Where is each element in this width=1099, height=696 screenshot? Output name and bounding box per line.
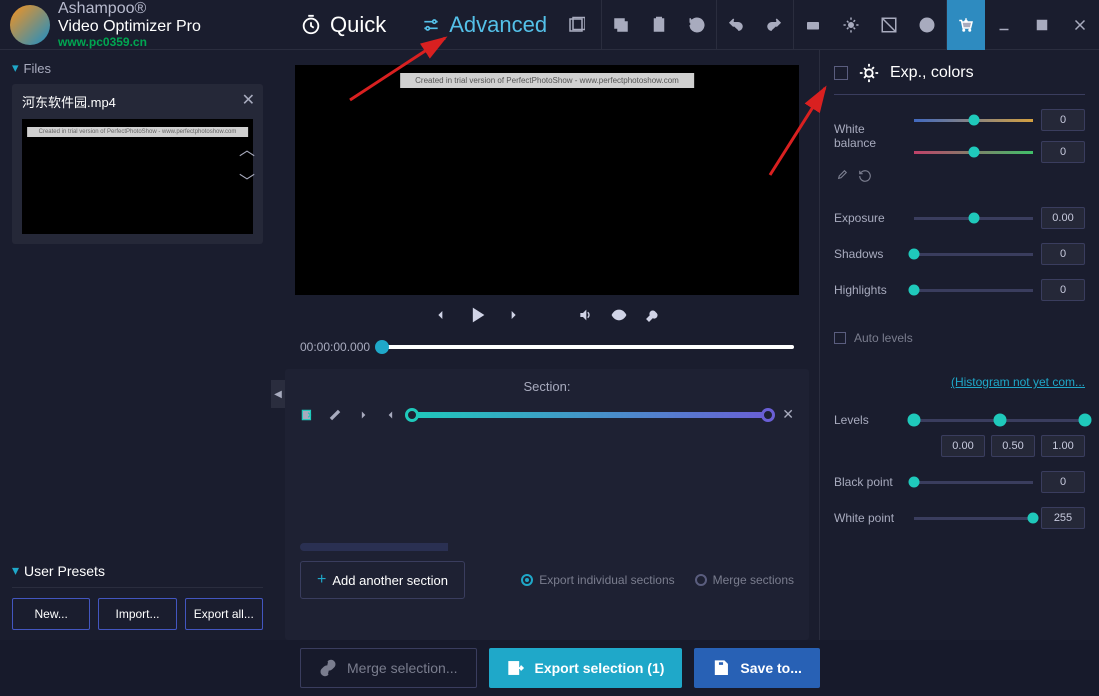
app-url: www.pc0359.cn — [58, 36, 201, 49]
preset-export-button[interactable]: Export all... — [185, 598, 263, 630]
tools-button[interactable] — [645, 307, 661, 328]
app-logo-area: Ashampoo® Video Optimizer Pro www.pc0359… — [0, 0, 275, 48]
levels-mid[interactable]: 0.50 — [991, 435, 1035, 457]
save-to-button[interactable]: Save to... — [694, 648, 819, 688]
section-label: Section: — [300, 379, 794, 394]
exposure-value[interactable]: 0.00 — [1041, 207, 1085, 229]
compare-button[interactable] — [870, 0, 908, 50]
white-point-slider[interactable] — [914, 517, 1033, 520]
tint-slider[interactable] — [914, 151, 1033, 154]
shadows-label: Shadows — [834, 247, 906, 261]
highlights-slider[interactable] — [914, 289, 1033, 292]
section-in-button[interactable] — [300, 408, 314, 422]
timecode: 00:00:00.000 — [300, 340, 370, 354]
sun-icon — [858, 62, 880, 84]
white-point-label: White point — [834, 511, 906, 525]
levels-slider[interactable] — [914, 419, 1085, 422]
shadows-slider[interactable] — [914, 253, 1033, 256]
next-frame-button[interactable] — [505, 307, 521, 328]
redo-button[interactable] — [755, 0, 793, 50]
file-thumbnail: Created in trial version of PerfectPhoto… — [22, 119, 253, 234]
highlights-label: Highlights — [834, 283, 906, 297]
save-icon — [712, 659, 730, 677]
levels-high[interactable]: 1.00 — [1041, 435, 1085, 457]
section-prev-button[interactable] — [384, 408, 398, 422]
export-individual-radio[interactable]: Export individual sections — [521, 573, 674, 587]
file-item[interactable]: 河东软件园.mp4 ✕ Created in trial version of … — [12, 84, 263, 244]
paste-button[interactable] — [640, 0, 678, 50]
subtitle-button[interactable] — [794, 0, 832, 50]
merge-sections-radio[interactable]: Merge sections — [695, 573, 794, 587]
levels-low[interactable]: 0.00 — [941, 435, 985, 457]
presets-header[interactable]: ▾ User Presets — [12, 554, 263, 588]
volume-button[interactable] — [577, 307, 593, 328]
merge-selection-button[interactable]: Merge selection... — [300, 648, 477, 688]
export-selection-button[interactable]: Export selection (1) — [489, 648, 683, 688]
link-icon — [319, 659, 337, 677]
highlights-value[interactable]: 0 — [1041, 279, 1085, 301]
timeline-slider[interactable] — [382, 345, 794, 349]
expand-icon[interactable] — [567, 16, 585, 34]
reset-wb-icon[interactable] — [858, 169, 872, 183]
tint-value[interactable]: 0 — [1041, 141, 1085, 163]
temperature-value[interactable]: 0 — [1041, 109, 1085, 131]
file-down-button[interactable]: ﹀ — [239, 168, 255, 192]
file-name: 河东软件园.mp4 — [12, 84, 263, 119]
preset-import-button[interactable]: Import... — [98, 598, 176, 630]
prev-frame-button[interactable] — [433, 307, 449, 328]
maximize-button[interactable] — [1023, 0, 1061, 50]
edit-icon[interactable] — [328, 408, 342, 422]
file-up-button[interactable]: ︿ — [239, 136, 255, 160]
file-remove-button[interactable]: ✕ — [242, 90, 255, 110]
timer-icon — [300, 14, 322, 36]
black-point-slider[interactable] — [914, 481, 1033, 484]
add-section-button[interactable]: + Add another section — [300, 561, 465, 599]
shadows-value[interactable]: 0 — [1041, 243, 1085, 265]
section-scrollbar[interactable] — [300, 543, 794, 551]
collapse-left-button[interactable]: ◀ — [271, 380, 285, 408]
export-icon — [507, 659, 525, 677]
play-button[interactable] — [467, 305, 487, 330]
tab-quick[interactable]: Quick — [295, 0, 391, 49]
info-button[interactable] — [908, 0, 946, 50]
temperature-slider[interactable] — [914, 119, 1033, 122]
app-title: Video Optimizer Pro — [58, 18, 201, 36]
copy-button[interactable] — [602, 0, 640, 50]
settings-button[interactable] — [832, 0, 870, 50]
video-preview: Created in trial version of PerfectPhoto… — [295, 65, 799, 295]
close-button[interactable] — [1061, 0, 1099, 50]
section-remove-button[interactable]: ✕ — [782, 406, 794, 423]
white-balance-label: White balance — [834, 122, 906, 150]
cart-button[interactable] — [947, 0, 985, 50]
trial-banner: Created in trial version of PerfectPhoto… — [400, 73, 694, 88]
white-point-value[interactable]: 255 — [1041, 507, 1085, 529]
exposure-label: Exposure — [834, 211, 906, 225]
preview-toggle-button[interactable] — [611, 307, 627, 328]
panel-title: Exp., colors — [890, 64, 974, 82]
levels-label: Levels — [834, 413, 906, 427]
logo-icon — [10, 5, 50, 45]
sliders-icon — [421, 15, 441, 35]
tab-advanced[interactable]: Advanced — [416, 0, 552, 49]
reset-button[interactable] — [678, 0, 716, 50]
histogram-link[interactable]: (Histogram not yet com... — [834, 375, 1085, 389]
black-point-value[interactable]: 0 — [1041, 471, 1085, 493]
auto-levels-checkbox[interactable]: Auto levels — [834, 331, 1085, 345]
eyedropper-icon[interactable] — [834, 169, 848, 183]
files-header[interactable]: ▾ Files — [12, 60, 263, 76]
black-point-label: Black point — [834, 475, 906, 489]
section-next-button[interactable] — [356, 408, 370, 422]
section-range-slider[interactable] — [412, 412, 768, 418]
minimize-button[interactable] — [985, 0, 1023, 50]
undo-button[interactable] — [717, 0, 755, 50]
preset-new-button[interactable]: New... — [12, 598, 90, 630]
exposure-slider[interactable] — [914, 217, 1033, 220]
brand-name: Ashampoo® — [58, 0, 201, 18]
exp-colors-checkbox[interactable] — [834, 66, 848, 80]
